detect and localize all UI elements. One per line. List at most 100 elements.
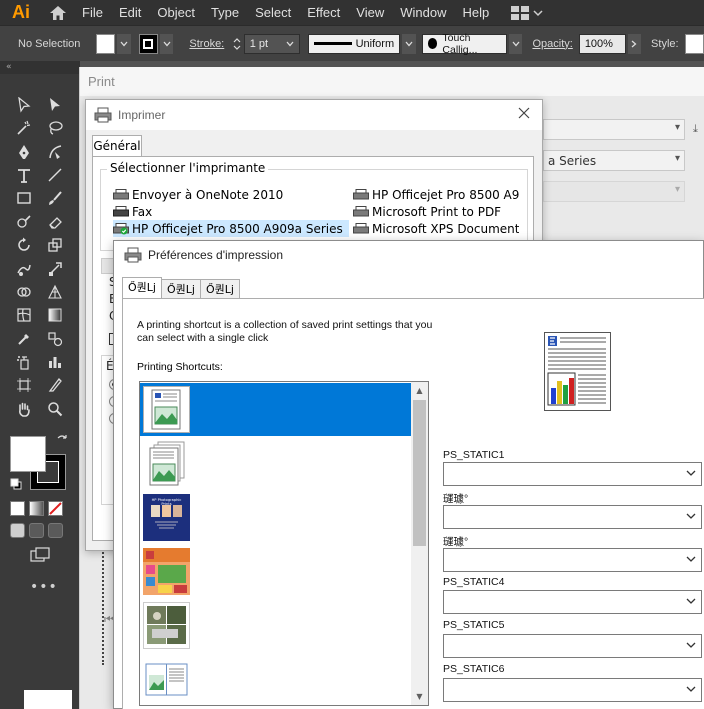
shortcut-item[interactable] — [140, 545, 412, 598]
direct-selection-tool-icon[interactable] — [41, 94, 69, 116]
menu-effect[interactable]: Effect — [299, 0, 348, 25]
shape-builder-tool-icon[interactable] — [10, 281, 38, 303]
opacity-arrow[interactable] — [627, 33, 642, 54]
free-transform-tool-icon[interactable] — [41, 258, 69, 280]
workspace-switcher[interactable] — [511, 5, 543, 20]
menu-view[interactable]: View — [348, 0, 392, 25]
graphic-style-swatch[interactable] — [684, 33, 704, 54]
scrollbar-thumb[interactable] — [413, 400, 426, 546]
opacity-label[interactable]: Opacity: — [526, 38, 578, 50]
print-preset-select[interactable]: ▾ — [543, 119, 685, 140]
column-graph-tool-icon[interactable] — [41, 351, 69, 373]
curvature-tool-icon[interactable] — [41, 141, 69, 163]
shortcut-item[interactable] — [140, 599, 412, 652]
stroke-dropdown[interactable] — [159, 33, 174, 54]
printing-shortcuts-list[interactable]: HP Photographic Prints ▲ ▼ — [139, 381, 429, 706]
variable-width-profile[interactable]: Uniform — [308, 33, 401, 54]
fill-dropdown[interactable] — [117, 33, 131, 54]
menu-file[interactable]: File — [74, 0, 111, 25]
menu-type[interactable]: Type — [203, 0, 247, 25]
shortcut-item[interactable] — [140, 653, 412, 705]
symbol-sprayer-tool-icon[interactable] — [10, 351, 38, 373]
zoom-tool-icon[interactable] — [41, 398, 69, 420]
perspective-grid-tool-icon[interactable] — [41, 281, 69, 303]
scale-tool-icon[interactable] — [41, 234, 69, 256]
blend-tool-icon[interactable] — [41, 328, 69, 350]
printer-item-pdf[interactable]: Microsoft Print to PDF — [353, 203, 519, 220]
line-segment-tool-icon[interactable] — [41, 164, 69, 186]
mesh-tool-icon[interactable] — [10, 305, 38, 327]
stroke-weight-stepper[interactable] — [230, 34, 244, 54]
prefs-tab-2[interactable]: Ő퀀Lj — [160, 279, 201, 299]
screen-mode-icon[interactable] — [30, 547, 50, 563]
fill-color-mode-button[interactable] — [10, 501, 25, 516]
field-combo-5[interactable] — [443, 634, 702, 658]
menu-help[interactable]: Help — [454, 0, 497, 25]
app-menubar: Ai File Edit Object Type Select Effect V… — [0, 0, 704, 25]
field-combo-4[interactable] — [443, 590, 702, 614]
printer-item-hp[interactable]: HP Officejet Pro 8500 A909a — [353, 186, 519, 203]
prefs-tab-1[interactable]: Ő퀀Lj — [122, 277, 162, 299]
artboard-tool-icon[interactable] — [10, 375, 38, 397]
brush-dropdown[interactable] — [508, 33, 523, 54]
toolbar-collapse-tab[interactable]: « — [0, 61, 80, 74]
rotate-tool-icon[interactable] — [10, 234, 38, 256]
stroke-color-swatch[interactable] — [138, 33, 158, 54]
printer-item-fax[interactable]: Fax — [113, 203, 152, 220]
gradient-mode-button[interactable] — [29, 501, 44, 516]
menu-object[interactable]: Object — [149, 0, 203, 25]
type-tool-icon[interactable] — [10, 164, 38, 186]
field-combo-2[interactable] — [443, 505, 702, 529]
fill-color-swatch[interactable] — [95, 33, 116, 54]
field-combo-6[interactable] — [443, 678, 702, 702]
fill-swatch[interactable] — [10, 436, 46, 472]
warp-tool-icon[interactable] — [10, 258, 38, 280]
eyedropper-tool-icon[interactable] — [10, 328, 38, 350]
none-mode-button[interactable] — [48, 501, 63, 516]
shortcuts-scrollbar[interactable]: ▲ ▼ — [411, 382, 428, 705]
menu-window[interactable]: Window — [392, 0, 454, 25]
stroke-weight-field[interactable]: 1 pt — [243, 33, 301, 54]
ppd-select[interactable]: ▾ — [543, 181, 685, 202]
draw-inside-button[interactable] — [48, 523, 63, 538]
shortcut-item[interactable]: HP Photographic Prints — [140, 491, 412, 544]
selection-tool-icon[interactable] — [10, 94, 38, 116]
brush-definition[interactable]: Touch Callig... — [421, 32, 507, 56]
printer-select[interactable]: a Series ▾ — [543, 150, 685, 171]
default-fill-stroke-icon[interactable] — [10, 478, 22, 493]
profile-dropdown[interactable] — [402, 33, 416, 54]
scroll-down-icon[interactable]: ▼ — [411, 688, 428, 705]
opacity-field[interactable]: 100% — [578, 33, 626, 54]
hand-tool-icon[interactable] — [10, 398, 38, 420]
draw-behind-button[interactable] — [29, 523, 44, 538]
lasso-icon[interactable] — [41, 117, 69, 139]
edit-toolbar-icon[interactable]: ••• — [30, 579, 58, 595]
prefs-tab-3[interactable]: Ő퀀Lj — [199, 279, 240, 299]
printer-item-onenote[interactable]: Envoyer à OneNote 2010 — [113, 186, 283, 203]
magic-wand-icon[interactable] — [10, 117, 38, 139]
rectangle-tool-icon[interactable] — [10, 188, 38, 210]
draw-normal-button[interactable] — [10, 523, 25, 538]
printer-item-hp-series[interactable]: HP Officejet Pro 8500 A909a Series — [113, 220, 349, 237]
pen-tool-icon[interactable] — [10, 141, 38, 163]
shortcut-item[interactable] — [140, 383, 412, 436]
menu-edit[interactable]: Edit — [111, 0, 149, 25]
shortcut-item[interactable] — [140, 437, 412, 490]
home-icon[interactable] — [42, 0, 74, 25]
close-icon[interactable] — [515, 104, 533, 122]
shaper-tool-icon[interactable] — [10, 211, 38, 233]
save-preset-icon[interactable]: ⤓ — [693, 122, 698, 136]
field-combo-3[interactable] — [443, 548, 702, 572]
slice-tool-icon[interactable] — [41, 375, 69, 397]
gradient-tool-icon[interactable] — [41, 305, 69, 327]
eraser-tool-icon[interactable] — [41, 211, 69, 233]
printer-item-xps[interactable]: Microsoft XPS Document W — [353, 220, 519, 237]
swap-fill-stroke-icon[interactable] — [56, 434, 68, 449]
fill-stroke-widget[interactable] — [10, 434, 68, 493]
field-combo-1[interactable] — [443, 462, 702, 486]
stroke-label[interactable]: Stroke: — [183, 38, 230, 50]
paintbrush-tool-icon[interactable] — [41, 188, 69, 210]
tab-general[interactable]: Général — [92, 135, 142, 157]
scroll-up-icon[interactable]: ▲ — [411, 382, 428, 399]
menu-select[interactable]: Select — [247, 0, 299, 25]
